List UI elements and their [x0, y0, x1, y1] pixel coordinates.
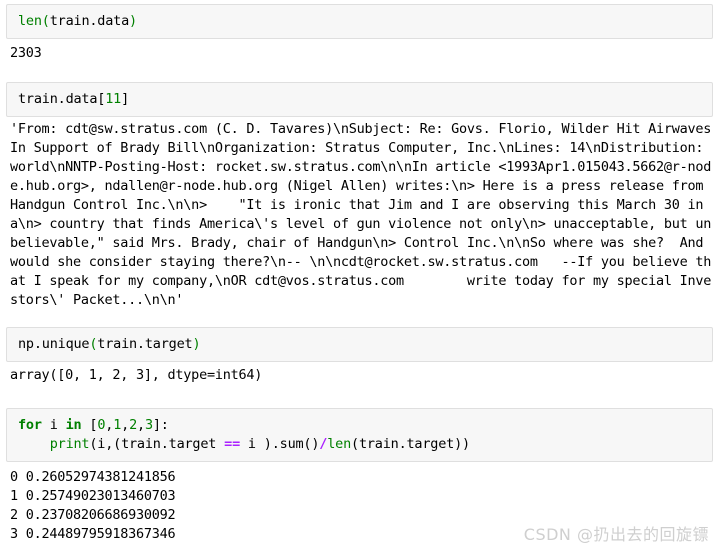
code-token: (	[41, 13, 50, 29]
code-line[interactable]: np.unique(train.target)	[18, 335, 703, 354]
code-token: 2	[129, 417, 137, 433]
code-token: [	[81, 417, 98, 433]
code-token: ]	[121, 91, 130, 107]
code-token: ,	[137, 417, 145, 433]
csdn-watermark: CSDN @扔出去的回旋镖	[523, 525, 709, 544]
code-token: 3	[144, 417, 153, 433]
code-token: i ).sum()	[240, 436, 320, 452]
code-token: (train.target))	[351, 436, 470, 452]
code-line[interactable]: train.data[11]	[18, 90, 703, 109]
code-token: np.unique	[18, 336, 90, 352]
code-line[interactable]: for i in [0,1,2,3]:	[18, 416, 703, 435]
output-1: 2303	[10, 45, 42, 61]
code-token: )	[192, 336, 201, 352]
code-token: )	[129, 13, 137, 29]
code-cell-2[interactable]: train.data[11]	[6, 82, 713, 117]
code-token: ,	[121, 417, 130, 433]
code-line[interactable]: print(i,(train.target == i ).sum()/len(t…	[18, 435, 703, 454]
code-token: in	[65, 417, 82, 433]
notebook-container: len(train.data) 2303 train.data[11] 'Fro…	[0, 0, 721, 557]
code-token: i	[41, 417, 66, 433]
code-token: train.target	[97, 336, 193, 352]
code-token: len	[18, 13, 42, 29]
output-3: array([0, 1, 2, 3], dtype=int64)	[10, 367, 263, 383]
code-token: 1	[113, 417, 122, 433]
code-token: len	[327, 436, 352, 452]
code-token: 11	[105, 91, 122, 107]
code-cell-1[interactable]: len(train.data)	[6, 4, 713, 39]
code-token: train.data	[49, 13, 130, 29]
code-token: ,	[105, 417, 114, 433]
code-token: for	[18, 417, 42, 433]
output-2: 'From: cdt@sw.stratus.com (C. D. Tavares…	[10, 121, 720, 308]
code-token: ]:	[152, 417, 169, 433]
code-cell-4[interactable]: for i in [0,1,2,3]: print(i,(train.targe…	[6, 408, 713, 462]
code-token: (i,(train.target	[89, 436, 225, 452]
code-cell-3[interactable]: np.unique(train.target)	[6, 327, 713, 362]
code-token: print	[49, 436, 90, 452]
code-token: train.data[	[18, 91, 106, 107]
code-token: ==	[224, 436, 240, 452]
code-line[interactable]: len(train.data)	[18, 12, 703, 31]
